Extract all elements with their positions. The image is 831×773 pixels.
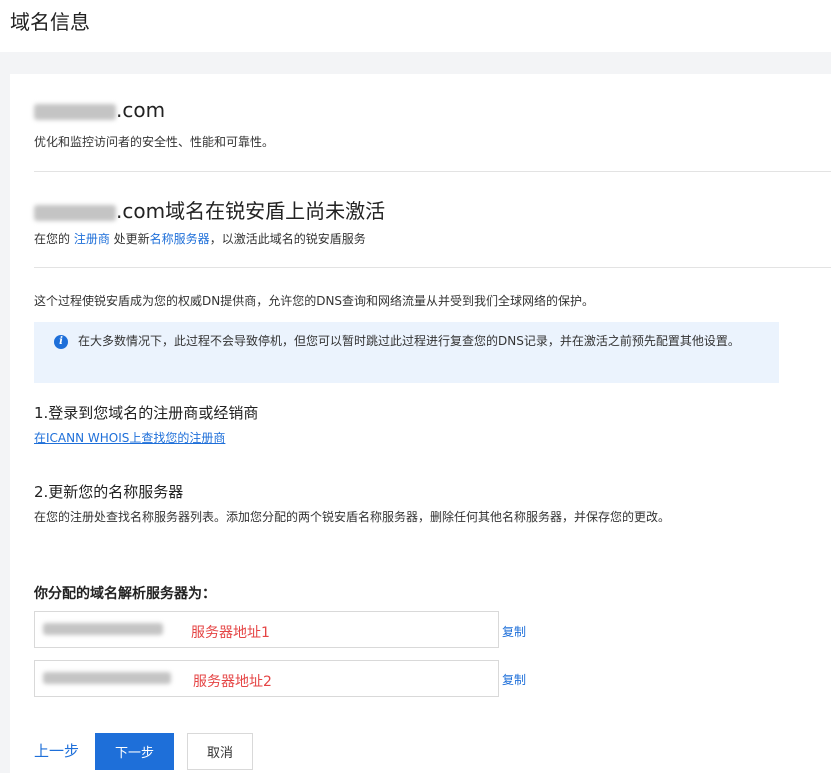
domain-name-suffix: .com	[116, 98, 166, 122]
prev-step-button[interactable]: 上一步	[34, 740, 79, 761]
page-title: 域名信息	[10, 10, 90, 34]
nameservers-link[interactable]: 名称服务器	[150, 232, 210, 246]
nameserver-note-1: 服务器地址1	[191, 625, 270, 641]
divider	[34, 171, 831, 172]
intro-text: 这个过程使锐安盾成为您的权威DN提供商，允许您的DNS查询和网络流量从并受到我们…	[34, 294, 595, 308]
step1-title: 1.登录到您域名的注册商或经销商	[34, 404, 259, 422]
domain-description: 优化和监控访问者的安全性、性能和可靠性。	[34, 135, 275, 149]
copy-button-1[interactable]: 复制	[502, 623, 526, 640]
nameserver-note-2: 服务器地址2	[193, 674, 272, 690]
step2-description: 在您的注册处查找名称服务器列表。添加您分配的两个锐安盾名称服务器，删除任何其他名…	[34, 510, 671, 524]
page-header: 域名信息	[0, 0, 831, 52]
inactive-status-description: 在您的 注册商 处更新名称服务器，以激活此域名的锐安盾服务	[34, 230, 366, 247]
notice-text: 在大多数情况下，此过程不会导致停机，但您可以暂时跳过此过程进行复查您的DNS记录…	[78, 334, 740, 348]
redacted-nameserver-mask	[43, 672, 171, 684]
domain-name: .com	[34, 98, 165, 122]
redacted-domain-mask	[34, 103, 116, 120]
status-desc-suffix: ，以激活此域名的锐安盾服务	[209, 232, 366, 246]
copy-button-2[interactable]: 复制	[502, 671, 526, 688]
nameserver-field-2[interactable]: 服务器地址2	[34, 660, 499, 697]
registrar-link[interactable]: 注册商	[74, 232, 110, 246]
nameservers-label: 你分配的域名解析服务器为：	[34, 586, 216, 602]
inactive-status-title: .com域名在锐安盾上尚未激活	[34, 195, 385, 224]
info-icon: i	[54, 335, 68, 349]
redacted-domain-mask	[34, 204, 116, 221]
domain-card: .com 优化和监控访问者的安全性、性能和可靠性。 .com域名在锐安盾上尚未激…	[10, 74, 831, 773]
status-desc-prefix: 在您的	[34, 232, 74, 246]
info-notice: i 在大多数情况下，此过程不会导致停机，但您可以暂时跳过此过程进行复查您的DNS…	[34, 322, 779, 383]
cancel-button[interactable]: 取消	[187, 733, 253, 770]
icann-whois-link[interactable]: 在ICANN WHOIS上查找您的注册商	[34, 429, 225, 446]
inactive-status-suffix: .com域名在锐安盾上尚未激活	[116, 199, 386, 223]
next-step-button[interactable]: 下一步	[95, 733, 174, 770]
divider	[34, 267, 831, 268]
step2-title: 2.更新您的名称服务器	[34, 483, 184, 501]
redacted-nameserver-mask	[43, 623, 163, 635]
nameserver-field-1[interactable]: 服务器地址1	[34, 611, 499, 648]
status-desc-middle: 处更新	[109, 232, 150, 246]
